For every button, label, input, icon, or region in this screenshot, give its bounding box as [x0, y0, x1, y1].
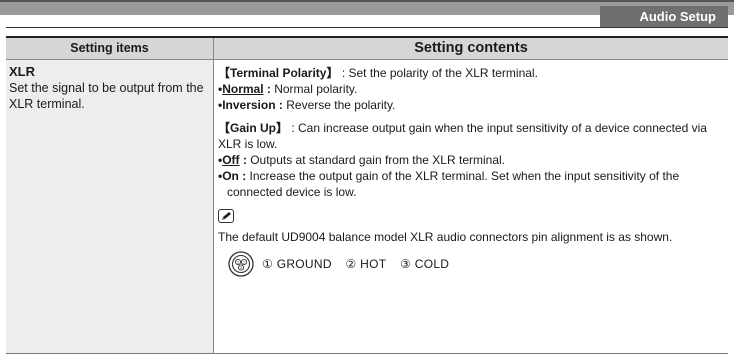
note-text: The default UD9004 balance model XLR aud… [218, 230, 673, 244]
table-header: Setting items Setting contents [6, 38, 728, 60]
setting-item-cell: XLR Set the signal to be output from the… [6, 60, 214, 353]
pin-labels: ① GROUND ② HOT ③ COLD [262, 256, 459, 272]
settings-table: Setting items Setting contents XLR Set t… [6, 36, 728, 354]
section-rule [6, 27, 728, 28]
gain-up-heading-line: 【Gain Up】 : Can increase output gain whe… [218, 120, 724, 152]
option-on-label: On [222, 169, 239, 183]
col-header-setting-items: Setting items [6, 38, 214, 59]
option-inversion: •Inversion : Reverse the polarity. [218, 98, 396, 112]
pin-label-cold: ③ COLD [400, 257, 450, 271]
option-on-desc: Increase the output gain of the XLR term… [227, 169, 680, 199]
terminal-polarity-heading: 【Terminal Polarity】 [218, 66, 339, 80]
pin-label-hot: ② HOT [345, 257, 387, 271]
setting-contents-cell: 【Terminal Polarity】 : Set the polarity o… [214, 60, 728, 353]
option-inversion-label: Inversion [222, 98, 276, 112]
option-normal: •Normal : Normal polarity. [218, 82, 358, 96]
option-normal-label: Normal [222, 82, 264, 96]
terminal-polarity-desc: : Set the polarity of the XLR terminal. [338, 66, 538, 80]
pin-alignment-row: 2 1 3 ① GROUND ② HOT ③ COLD [228, 251, 724, 277]
option-off-label: Off [222, 153, 240, 167]
setting-item-title: XLR [9, 64, 35, 79]
col-header-setting-contents: Setting contents [414, 40, 528, 56]
setting-item-description: Set the signal to be output from the XLR… [9, 81, 204, 111]
gain-up-heading: 【Gain Up】 [218, 121, 289, 135]
option-normal-desc: Normal polarity. [274, 82, 358, 96]
pin-label-ground: ① GROUND [262, 257, 332, 271]
pencil-note-icon [218, 209, 234, 223]
xlr-connector-icon: 2 1 3 [228, 251, 254, 277]
option-off: •Off : Outputs at standard gain from the… [218, 153, 505, 167]
gain-up-desc: : Can increase output gain when the inpu… [218, 121, 707, 151]
option-off-desc: Outputs at standard gain from the XLR te… [250, 153, 505, 167]
option-on: •On : Increase the output gain of the XL… [218, 169, 680, 199]
terminal-polarity-heading-line: 【Terminal Polarity】 : Set the polarity o… [218, 65, 724, 81]
section-tab: Audio Setup [600, 6, 728, 28]
option-inversion-desc: Reverse the polarity. [286, 98, 396, 112]
